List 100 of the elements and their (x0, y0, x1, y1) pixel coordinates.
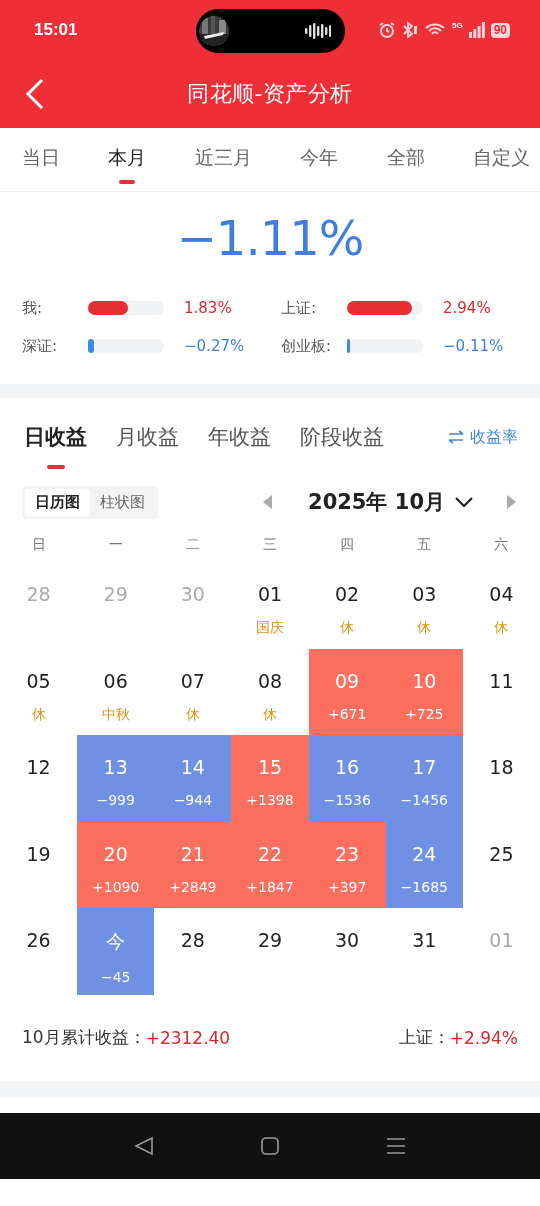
day-number[interactable]: 11 (489, 669, 514, 692)
day-number: 14 (180, 756, 205, 779)
period-tab[interactable]: 全部 (386, 128, 425, 188)
index-value: +2.94% (449, 1027, 518, 1048)
weekday-label: 五 (417, 536, 432, 554)
day-note: +2849 (169, 878, 217, 895)
next-icon[interactable] (507, 495, 516, 509)
day-number: 24 (412, 842, 437, 865)
comparison-label: 上证: (281, 298, 318, 318)
day-note: −1536 (323, 792, 371, 809)
weekday-label: 四 (340, 536, 355, 554)
day-note: 国庆 (256, 619, 284, 637)
bluetooth-icon (401, 21, 418, 39)
day-number[interactable]: 03 (412, 583, 437, 605)
waveform-icon (305, 22, 331, 40)
day-note: +725 (405, 705, 444, 722)
day-number: 22 (257, 842, 283, 865)
day-number: 10 (412, 669, 437, 692)
weekday-label: 三 (263, 536, 277, 554)
period-tab[interactable]: 近三月 (194, 128, 252, 188)
weekday-label: 日 (31, 536, 46, 554)
view-option[interactable]: 日历图 (25, 488, 90, 516)
index-label: 上证： (398, 1026, 450, 1050)
day-number[interactable]: 18 (489, 756, 514, 779)
section-tab[interactable]: 日收益 (24, 407, 87, 467)
day-note: −1456 (400, 792, 448, 809)
page-title: 同花顺-资产分析 (187, 80, 353, 108)
day-number[interactable]: 05 (26, 669, 51, 692)
day-number: 20 (103, 842, 128, 865)
day-number: 13 (103, 756, 128, 779)
back-nav-icon[interactable] (134, 1135, 154, 1156)
day-note: 休 (31, 705, 46, 724)
comparison-label: 我: (22, 298, 44, 318)
day-number: 21 (180, 842, 205, 865)
period-tab[interactable]: 今年 (300, 128, 339, 188)
month-picker[interactable]: 2025年 10月 (308, 488, 473, 516)
swap-icon (448, 430, 464, 444)
battery-level: 90 (490, 22, 510, 38)
day-number[interactable]: 19 (26, 842, 51, 865)
day-number: 15 (257, 756, 283, 779)
back-icon[interactable] (24, 78, 46, 110)
day-number[interactable]: 29 (257, 929, 283, 952)
day-number[interactable]: 12 (26, 756, 51, 779)
day-number[interactable]: 25 (489, 842, 514, 865)
day-number: 23 (335, 842, 360, 865)
day-number: 17 (412, 756, 437, 779)
day-number[interactable]: 30 (335, 929, 360, 952)
day-number[interactable]: 28 (180, 929, 205, 952)
signal-icon (468, 22, 485, 38)
chevron-down-icon (455, 496, 473, 508)
alarm-icon (377, 21, 396, 39)
section-tab[interactable]: 月收益 (116, 407, 179, 467)
day-number[interactable]: 06 (103, 669, 128, 692)
comparison-value: 1.83% (184, 299, 232, 317)
previous-icon[interactable] (263, 495, 272, 509)
monthly-total-value: +2312.40 (145, 1027, 231, 1048)
day-note: +1847 (246, 878, 294, 895)
status-time: 15:01 (34, 20, 78, 40)
weekday-label: 六 (494, 536, 509, 554)
return-percentage: −1.11% (175, 209, 365, 268)
day-number[interactable]: 31 (412, 929, 437, 952)
day-number[interactable]: 08 (257, 669, 283, 692)
day-note: 休 (494, 619, 509, 637)
day-number[interactable]: 26 (26, 929, 51, 952)
weekday-label: 一 (108, 536, 123, 554)
day-note: 中秋 (101, 705, 130, 724)
weekday-label: 二 (185, 536, 200, 554)
day-number[interactable]: 02 (335, 583, 360, 605)
day-note: 休 (263, 705, 277, 724)
day-number[interactable]: 04 (489, 583, 514, 605)
day-note: +671 (327, 705, 367, 722)
day-note: −999 (96, 792, 135, 809)
menu-icon[interactable] (386, 1135, 406, 1156)
comparison-label: 创业板: (281, 336, 333, 356)
day-note: +1090 (92, 878, 140, 895)
comparison-label: 深证: (22, 336, 59, 356)
period-tab[interactable]: 当日 (22, 128, 60, 188)
day-number: 09 (335, 669, 360, 692)
period-tab[interactable]: 自定义 (472, 128, 530, 188)
day-note: +1398 (246, 792, 294, 809)
section-tab[interactable]: 阶段收益 (300, 407, 384, 467)
dynamic-island[interactable] (196, 9, 345, 53)
day-note: 休 (185, 705, 200, 724)
day-number: 16 (335, 756, 360, 779)
day-number: 今 (106, 929, 126, 955)
period-tab[interactable]: 本月 (108, 128, 147, 188)
day-note: −45 (100, 969, 131, 986)
comparison-value: −0.27% (184, 337, 245, 355)
day-note: 休 (417, 619, 432, 637)
section-tab[interactable]: 年收益 (208, 407, 271, 467)
day-note: −1685 (400, 878, 448, 895)
view-option[interactable]: 柱状图 (90, 488, 155, 516)
comparison-value: −0.11% (443, 337, 504, 355)
comparison-value: 2.94% (443, 299, 491, 317)
monthly-total-label: 10月累计收益： (22, 1026, 146, 1050)
rate-toggle[interactable]: 收益率 (448, 426, 518, 448)
day-number[interactable]: 01 (257, 583, 283, 605)
home-nav-icon[interactable] (260, 1135, 280, 1156)
day-note: 休 (340, 619, 355, 637)
day-number[interactable]: 07 (180, 669, 205, 692)
